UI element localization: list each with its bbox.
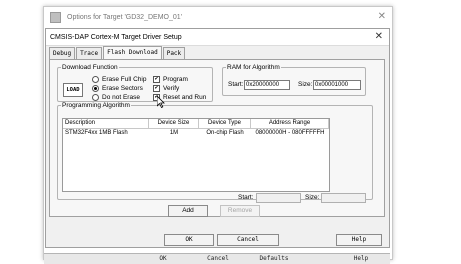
program-checkbox[interactable]: ✔ Program (153, 76, 188, 83)
app-icon (50, 11, 61, 23)
cell-description: STM32F4xx 1MB Flash (65, 130, 128, 136)
download-function-group: Download Function LOAD Erase Full Chip E… (57, 64, 213, 102)
dialog-close-icon[interactable]: ✕ (375, 31, 383, 42)
ram-size-label: Size: (298, 81, 313, 88)
tab-flash-download[interactable]: Flash Download (103, 46, 162, 60)
reset-and-run-label: Reset and Run (163, 94, 207, 101)
column-address-range[interactable]: Address Range (251, 119, 329, 128)
do-not-erase-label: Do not Erase (102, 94, 140, 101)
do-not-erase-radio[interactable]: Do not Erase (92, 94, 140, 101)
options-window-button-bar: OK Cancel Defaults Help (44, 253, 390, 264)
algo-start-label: Start: (238, 194, 254, 201)
dialog-tabs: Debug Trace Flash Download Pack (49, 46, 186, 60)
options-window-close-icon[interactable]: ✕ (378, 11, 386, 22)
ram-for-algorithm-legend: RAM for Algorithm (227, 64, 280, 71)
cell-address-range: 08000000H - 080FFFFFH (255, 130, 325, 136)
erase-full-chip-label: Erase Full Chip (102, 76, 147, 83)
ram-size-field[interactable]: 0x00001000 (313, 80, 361, 90)
dialog-title: CMSIS-DAP Cortex-M Target Driver Setup (50, 33, 182, 41)
cancel-button[interactable]: Cancel (217, 234, 279, 246)
remove-button[interactable]: Remove (220, 205, 260, 217)
ram-for-algorithm-group: RAM for Algorithm Start: 0x20000000 Size… (222, 64, 366, 96)
mouse-pointer-icon (157, 96, 165, 108)
verify-label: Verify (163, 85, 180, 92)
cell-device-type: On-chip Flash (206, 130, 244, 136)
radio-indicator (92, 76, 99, 83)
radio-indicator (92, 94, 99, 101)
ok-button[interactable]: OK (164, 234, 214, 246)
algorithm-table: Description Device Size Device Type Addr… (62, 118, 330, 192)
check-icon: ✔ (153, 85, 160, 92)
options-window-titlebar: Options for Target 'GD32_DEMO_01' ✕ (44, 7, 392, 27)
dialog-titlebar: CMSIS-DAP Cortex-M Target Driver Setup ✕ (46, 29, 389, 46)
help-button[interactable]: Help (336, 234, 382, 246)
download-function-legend: Download Function (62, 64, 118, 71)
algo-size-field[interactable] (321, 193, 366, 203)
check-icon: ✔ (153, 76, 160, 83)
program-label: Program (163, 76, 188, 83)
flash-download-panel: Download Function LOAD Erase Full Chip E… (49, 59, 385, 217)
verify-checkbox[interactable]: ✔ Verify (153, 85, 179, 92)
algo-size-label: Size: (305, 194, 320, 201)
erase-sectors-radio[interactable]: Erase Sectors (92, 85, 143, 92)
programming-algorithm-group: Programming Algorithm Description Device… (57, 102, 373, 203)
column-device-type[interactable]: Device Type (199, 119, 251, 128)
load-icon: LOAD (63, 83, 83, 97)
erase-full-chip-radio[interactable]: Erase Full Chip (92, 76, 146, 83)
programming-algorithm-legend: Programming Algorithm (62, 102, 130, 109)
column-description[interactable]: Description (63, 119, 149, 128)
erase-sectors-label: Erase Sectors (102, 85, 143, 92)
table-row[interactable]: STM32F4xx 1MB Flash 1M On-chip Flash 080… (63, 129, 329, 138)
cmsis-dap-dialog: CMSIS-DAP Cortex-M Target Driver Setup ✕… (45, 28, 390, 248)
options-window-title: Options for Target 'GD32_DEMO_01' (67, 13, 182, 21)
ram-start-field[interactable]: 0x20000000 (244, 80, 290, 90)
add-button[interactable]: Add (168, 205, 208, 217)
table-header: Description Device Size Device Type Addr… (63, 119, 329, 129)
radio-indicator (92, 85, 99, 92)
cell-device-size: 1M (169, 130, 179, 136)
algo-start-field[interactable] (256, 193, 301, 203)
column-device-size[interactable]: Device Size (149, 119, 199, 128)
ram-start-label: Start: (228, 81, 244, 88)
